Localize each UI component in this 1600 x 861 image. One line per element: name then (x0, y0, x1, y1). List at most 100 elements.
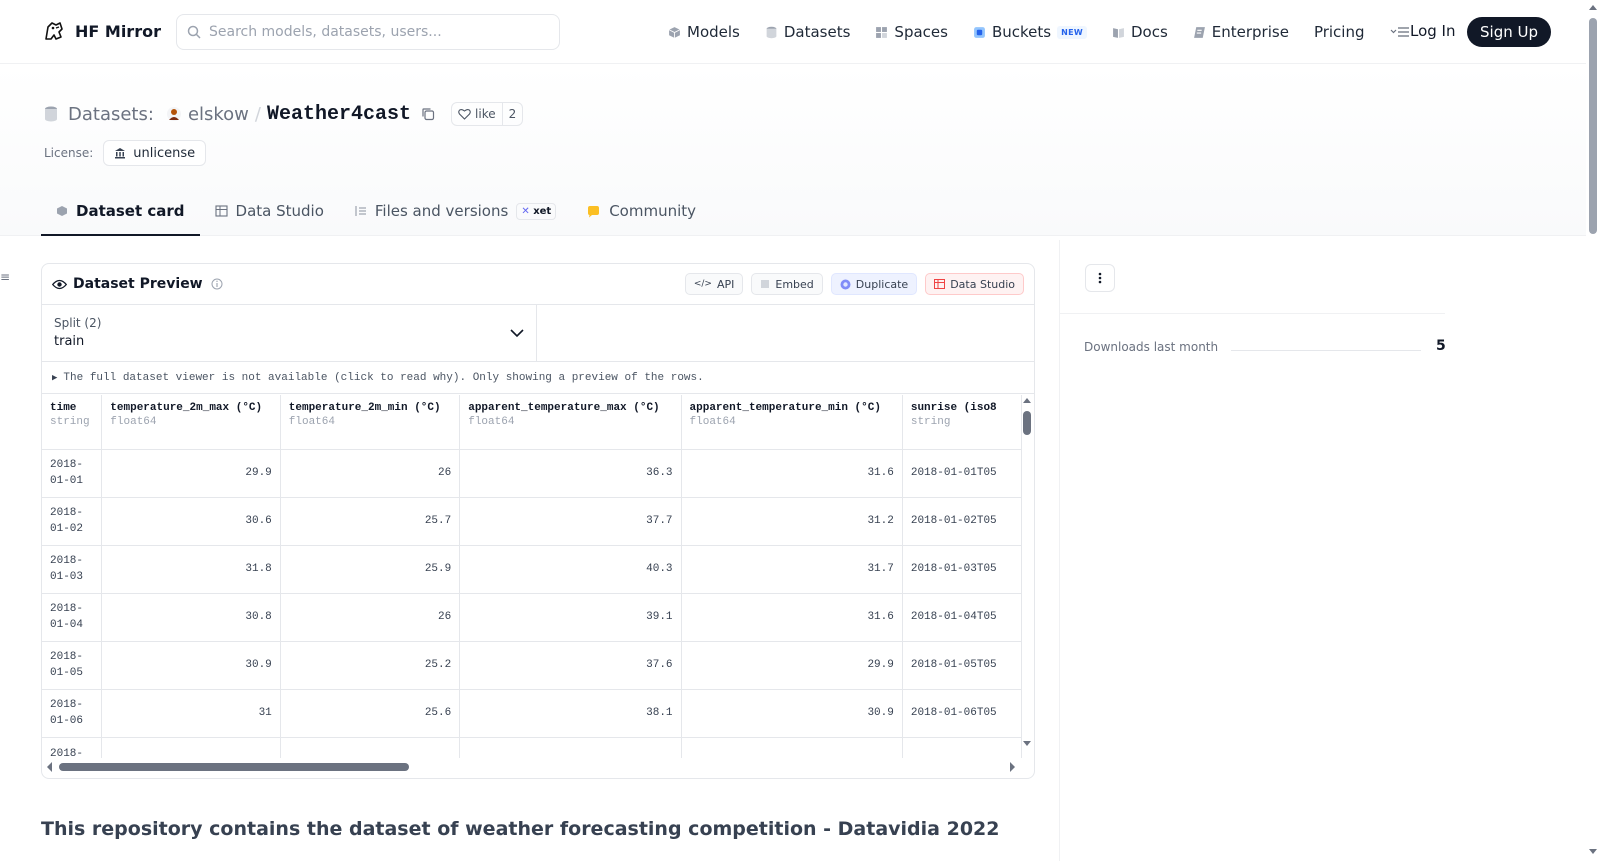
column-name: sunrise (iso8 (910, 402, 997, 414)
table-cell: 30.6 (101, 497, 281, 546)
disclosure-triangle-icon: ▶ (52, 372, 58, 383)
xet-label: xet (533, 205, 552, 217)
search-input[interactable] (209, 24, 539, 40)
table-cell: 31.8 (101, 545, 281, 594)
notice-text: The full dataset viewer is not available… (63, 371, 704, 384)
xet-badge: ✕ xet (516, 202, 557, 220)
table-horizontal-scrollbar[interactable] (42, 756, 1035, 778)
scroll-right-arrow-icon[interactable] (1010, 762, 1015, 772)
table-cell: 26 (280, 593, 461, 642)
embed-icon (761, 280, 770, 288)
nav-datasets[interactable]: Datasets (765, 23, 850, 41)
tab-files-and-versions[interactable]: Files and versions ✕ xet (339, 188, 571, 234)
table-vertical-scrollbar[interactable] (1020, 395, 1034, 758)
data-studio-icon (934, 279, 946, 289)
login-link[interactable]: Log In (1410, 22, 1456, 40)
table-cell: 2018-01-03T05 (902, 545, 1022, 594)
tab-data-studio[interactable]: Data Studio (200, 188, 339, 234)
table-cell: 25.9 (280, 545, 461, 594)
nav-models[interactable]: Models (668, 23, 740, 41)
docs-icon (1113, 27, 1124, 38)
table-row[interactable]: 2018-01-06 31 25.6 38.1 30.9 2018-01-06T… (42, 689, 1022, 738)
table-row[interactable]: 2018- (42, 737, 1022, 758)
table-cell: 31.6 (681, 593, 903, 642)
preview-header: Dataset Preview </> API Embed Duplicate … (42, 264, 1034, 305)
kebab-menu-button[interactable] (1085, 264, 1115, 292)
repo-name[interactable]: Weather4cast (267, 103, 411, 126)
table-row[interactable]: 2018-01-02 30.6 25.7 37.7 31.2 2018-01-0… (42, 497, 1022, 546)
api-button[interactable]: </> API (684, 273, 744, 295)
downloads-sparkline (1231, 350, 1421, 351)
split-select[interactable]: Split (2) train (42, 305, 537, 361)
repo-slash: / (254, 103, 261, 125)
page-scroll-down-icon[interactable] (1589, 849, 1597, 854)
column-header[interactable]: apparent_temperature_min (°C) float64 (681, 395, 903, 450)
eye-icon (52, 279, 67, 289)
duplicate-button[interactable]: Duplicate (830, 273, 918, 295)
table-cell: 2018-01-04T05 (902, 593, 1022, 642)
scroll-left-arrow-icon[interactable] (47, 762, 52, 772)
main-nav: Models Datasets Spaces Buckets NEW Docs … (668, 18, 1410, 46)
split-row: Split (2) train (42, 305, 1034, 362)
info-icon[interactable] (211, 278, 223, 290)
nav-enterprise[interactable]: Enterprise (1193, 23, 1289, 41)
column-header[interactable]: temperature_2m_min (°C) float64 (280, 395, 461, 450)
page-scrollbar[interactable] (1586, 0, 1600, 861)
scroll-down-arrow-icon[interactable] (1023, 741, 1031, 746)
nav-buckets[interactable]: Buckets NEW (973, 23, 1087, 41)
duplicate-icon (840, 279, 851, 289)
scroll-up-arrow-icon[interactable] (1023, 398, 1031, 403)
scroll-thumb[interactable] (1023, 411, 1031, 435)
tab-data-studio-label: Data Studio (235, 202, 324, 220)
sidebar-toggle-icon[interactable]: ≡ (0, 270, 10, 284)
nav-enterprise-label: Enterprise (1211, 23, 1289, 41)
column-header[interactable]: sunrise (iso8 string (902, 395, 1022, 450)
table-cell (681, 737, 903, 758)
like-button[interactable]: like 2 (451, 102, 524, 126)
author-avatar[interactable] (166, 106, 182, 122)
nav-docs[interactable]: Docs (1112, 23, 1168, 41)
table-row[interactable]: 2018-01-01 29.9 26 36.3 31.6 2018-01-01T… (42, 449, 1022, 498)
embed-label: Embed (775, 277, 814, 291)
page-scroll-thumb[interactable] (1589, 18, 1597, 234)
nav-more-menu[interactable] (1390, 26, 1410, 38)
table-cell: 37.7 (459, 497, 682, 546)
table-cell (902, 737, 1022, 758)
column-header[interactable]: temperature_2m_max (°C) float64 (101, 395, 281, 450)
repo-author[interactable]: elskow (188, 104, 249, 125)
column-name: apparent_temperature_min (°C) (689, 402, 881, 414)
viewer-notice[interactable]: ▶ The full dataset viewer is not availab… (42, 362, 1034, 394)
tab-community[interactable]: Community (571, 188, 711, 234)
embed-button[interactable]: Embed (751, 273, 823, 295)
repo-type-label[interactable]: Datasets: (68, 104, 154, 125)
table-row[interactable]: 2018-01-04 30.8 26 39.1 31.6 2018-01-04T… (42, 593, 1022, 642)
column-name: temperature_2m_max (°C) (110, 402, 263, 414)
table-row[interactable]: 2018-01-03 31.8 25.9 40.3 31.7 2018-01-0… (42, 545, 1022, 594)
table-row[interactable]: 2018-01-05 30.9 25.2 37.6 29.9 2018-01-0… (42, 641, 1022, 690)
column-header[interactable]: apparent_temperature_max (°C) float64 (459, 395, 682, 450)
signup-button[interactable]: Sign Up (1467, 17, 1551, 47)
api-label: API (716, 277, 735, 291)
sidebar-divider (1060, 313, 1445, 314)
table-cell: 31.6 (681, 449, 903, 498)
repo-tabs: Dataset card Data Studio Files and versi… (41, 188, 711, 236)
downloads-value: 5 (1436, 338, 1446, 354)
nav-pricing[interactable]: Pricing (1314, 23, 1365, 41)
scroll-thumb[interactable] (59, 763, 409, 771)
data-studio-label: Data Studio (950, 277, 1015, 291)
table-cell: 2018-01-06 (42, 689, 103, 738)
page-scroll-up-icon[interactable] (1589, 5, 1597, 10)
site-logo[interactable]: HF Mirror (42, 19, 161, 43)
nav-spaces[interactable]: Spaces (875, 23, 948, 41)
data-studio-button[interactable]: Data Studio (925, 273, 1024, 295)
buckets-icon (974, 26, 985, 38)
column-header[interactable]: time string (42, 395, 103, 450)
search-icon (187, 25, 201, 39)
table-cell: 31.7 (681, 545, 903, 594)
table-cell: 2018-01-03 (42, 545, 103, 594)
license-tag[interactable]: unlicense (103, 140, 207, 166)
tab-dataset-card[interactable]: Dataset card (41, 188, 200, 236)
search-box[interactable] (176, 14, 560, 50)
copy-icon[interactable] (421, 107, 435, 121)
table-cell: 38.1 (459, 689, 682, 738)
